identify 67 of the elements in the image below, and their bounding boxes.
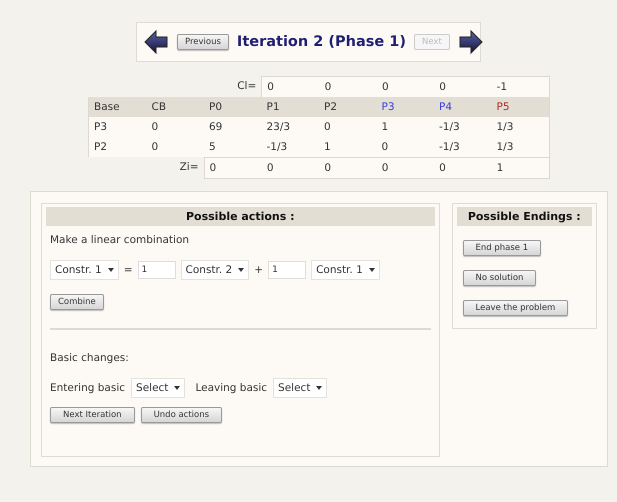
column-header: CB bbox=[150, 100, 168, 115]
table-cell-text: 1/3 bbox=[496, 140, 514, 155]
table-cell-text: 0 bbox=[380, 161, 390, 176]
table-cell-text: 69 bbox=[208, 120, 224, 135]
table-cell-text: -1/3 bbox=[438, 140, 461, 155]
table-cell-text: 1 bbox=[323, 140, 332, 155]
column-header: P3 bbox=[380, 100, 396, 115]
table-cell-text: 0 bbox=[323, 161, 332, 176]
ending-button[interactable]: Leave the problem bbox=[462, 300, 568, 316]
table-cell-text: 0 bbox=[266, 161, 275, 176]
leaving-label: Leaving basic bbox=[195, 382, 268, 394]
ending-button[interactable]: End phase 1 bbox=[462, 240, 542, 256]
panel-title: Possible actions : bbox=[46, 207, 435, 226]
entering-label: Entering basic bbox=[50, 382, 126, 394]
table-cell-text: 0 bbox=[438, 161, 447, 176]
operator-sign: + bbox=[254, 264, 264, 276]
dropdown[interactable]: Constr. 2 bbox=[180, 260, 250, 280]
table-cell-text: 0 bbox=[380, 80, 390, 95]
dropdown[interactable]: Select bbox=[131, 378, 186, 398]
caret-icon bbox=[174, 386, 180, 390]
table-cell-text: -1 bbox=[496, 80, 508, 95]
table-cell-text: -1/3 bbox=[438, 120, 461, 135]
table-cell-text: 1 bbox=[496, 161, 504, 176]
table-cell-text: 23/3 bbox=[266, 120, 292, 135]
table-cell-text: 0 bbox=[324, 80, 332, 95]
table-cell-text: 0 bbox=[380, 140, 390, 155]
coefficient-field[interactable]: 1 bbox=[138, 261, 176, 279]
z-label: Zi= bbox=[178, 160, 200, 175]
table-cell-text: 1 bbox=[380, 120, 390, 135]
table-cell-text: P2 bbox=[93, 140, 108, 155]
table-cell-text: 1/3 bbox=[496, 120, 514, 135]
table-cell-text: 0 bbox=[323, 120, 332, 135]
table-cell-text: 5 bbox=[208, 140, 217, 155]
right-arrow-icon[interactable] bbox=[458, 29, 484, 55]
cost-label: Cl= bbox=[236, 79, 258, 94]
action-button[interactable]: Undo actions bbox=[140, 407, 222, 423]
table-cell-text: 0 bbox=[150, 120, 160, 135]
dropdown[interactable]: Constr. 1 bbox=[311, 260, 380, 280]
left-arrow-icon[interactable] bbox=[143, 29, 169, 55]
section-label: Basic changes: bbox=[50, 352, 130, 364]
panel-title: Possible Endings : bbox=[456, 207, 592, 226]
operator-sign: = bbox=[124, 264, 133, 276]
table-cell-text: 0 bbox=[266, 80, 275, 95]
action-button[interactable]: Next Iteration bbox=[50, 407, 135, 423]
section-label: Make a linear combination bbox=[50, 234, 190, 246]
caret-icon bbox=[238, 268, 244, 272]
caret-icon bbox=[108, 268, 114, 272]
caret-icon bbox=[316, 386, 322, 390]
dropdown[interactable]: Select bbox=[273, 378, 328, 398]
column-header: P2 bbox=[323, 100, 338, 115]
table-cell-text: 0 bbox=[438, 80, 447, 95]
table-cell-text: -1/3 bbox=[266, 140, 288, 155]
combine-button[interactable]: Combine bbox=[50, 294, 104, 310]
ending-button[interactable]: No solution bbox=[462, 270, 536, 286]
dropdown[interactable]: Constr. 1 bbox=[50, 260, 119, 280]
previous-button[interactable]: Previous bbox=[177, 34, 229, 50]
coefficient-field[interactable]: 1 bbox=[268, 261, 306, 279]
iteration-title: Iteration 2 (Phase 1) bbox=[236, 34, 406, 50]
table-cell-text: 0 bbox=[208, 161, 218, 176]
column-header: P5 bbox=[496, 100, 511, 115]
column-header: P0 bbox=[208, 100, 224, 115]
caret-icon bbox=[368, 268, 375, 272]
table-cell-text: P3 bbox=[93, 120, 108, 135]
column-header: P4 bbox=[438, 100, 454, 115]
column-header: Base bbox=[93, 100, 121, 115]
column-header: P1 bbox=[266, 100, 281, 115]
table-cell-text: 0 bbox=[150, 140, 160, 155]
